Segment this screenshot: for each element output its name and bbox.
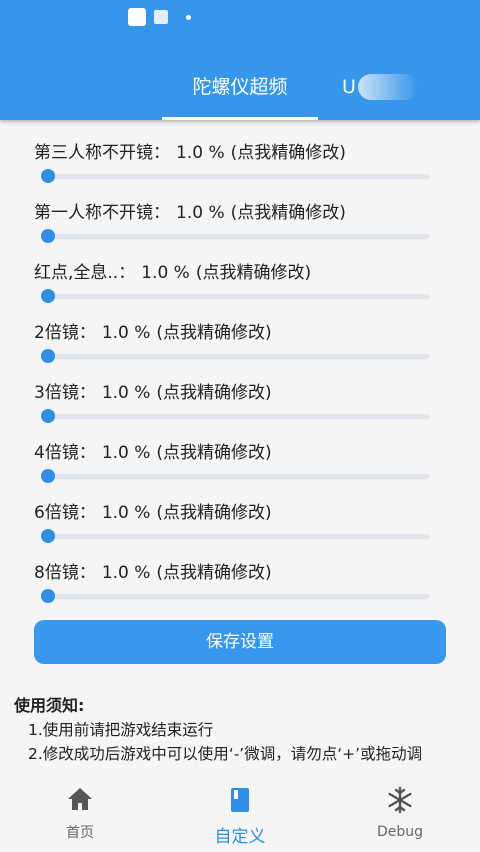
slider-label: 红点,全息..： <box>34 263 136 283</box>
slider-row: 8倍镜： 1.0 % (点我精确修改) <box>34 560 434 620</box>
slider-value: 1.0 % <box>101 443 151 463</box>
slider-value: 1.0 % <box>101 323 151 343</box>
slider-label-line[interactable]: 8倍镜： 1.0 % (点我精确修改) <box>34 560 434 586</box>
slider-value: 1.0 % <box>176 203 225 223</box>
slider-thumb[interactable] <box>41 229 55 243</box>
slider-label-line[interactable]: 6倍镜： 1.0 % (点我精确修改) <box>34 500 434 526</box>
slider-track[interactable] <box>41 469 430 483</box>
slider-thumb[interactable] <box>41 349 55 363</box>
slider-row: 2倍镜： 1.0 % (点我精确修改) <box>34 320 434 380</box>
nav-item-home[interactable]: 首页 <box>40 778 120 852</box>
slider-track[interactable] <box>41 529 430 543</box>
slider-track[interactable] <box>41 289 430 303</box>
nav-label-home: 首页 <box>66 825 94 841</box>
slider-label: 4倍镜： <box>34 443 96 463</box>
slider-label: 6倍镜： <box>34 503 96 523</box>
slider-value: 1.0 % <box>101 563 151 583</box>
dot-icon <box>186 14 191 20</box>
book-icon <box>231 788 249 812</box>
usage-notice: 使用须知: 1.使用前请把游戏结束运行 2.修改成功后游戏中可以使用‘-’微调，… <box>14 694 480 766</box>
slider-label-line[interactable]: 3倍镜： 1.0 % (点我精确修改) <box>34 380 434 406</box>
book-status-icon <box>154 10 168 24</box>
slider-track[interactable] <box>41 169 430 183</box>
slider-label-line[interactable]: 第一人称不开镜： 1.0 % (点我精确修改) <box>34 200 434 226</box>
slider-thumb[interactable] <box>41 529 55 543</box>
slider-row: 第一人称不开镜： 1.0 % (点我精确修改) <box>34 200 434 260</box>
slider-label: 8倍镜： <box>34 563 96 583</box>
slider-value: 1.0 % <box>101 503 151 523</box>
slider-value: 1.0 % <box>101 383 151 403</box>
nav-label-debug: Debug <box>376 824 424 840</box>
notification-icon <box>128 8 146 26</box>
precise-edit-link[interactable]: (点我精确修改) <box>156 383 271 403</box>
tab-next[interactable]: U <box>342 70 480 104</box>
slider-label-line[interactable]: 第三人称不开镜： 1.0 % (点我精确修改) <box>34 140 434 166</box>
slider-thumb[interactable] <box>41 169 55 183</box>
nav-label-custom: 自定义 <box>214 827 266 847</box>
notice-title: 使用须知: <box>14 696 85 715</box>
app-header: 陀螺仪超频 U <box>0 0 480 120</box>
slider-row: 红点,全息..： 1.0 % (点我精确修改) <box>34 260 434 320</box>
notice-item: 1.使用前请把游戏结束运行 <box>28 721 214 739</box>
slider-row: 3倍镜： 1.0 % (点我精确修改) <box>34 380 434 440</box>
snowflake-icon <box>388 786 412 814</box>
slider-label: 第一人称不开镜： <box>34 203 170 223</box>
precise-edit-link[interactable]: (点我精确修改) <box>156 503 271 523</box>
tab-gyro-overclock[interactable]: 陀螺仪超频 <box>162 70 318 120</box>
slider-track[interactable] <box>41 589 430 603</box>
home-icon <box>68 788 92 810</box>
precise-edit-link[interactable]: (点我精确修改) <box>156 323 271 343</box>
precise-edit-link[interactable]: (点我精确修改) <box>231 143 346 163</box>
slider-row: 第三人称不开镜： 1.0 % (点我精确修改) <box>34 140 434 200</box>
bottom-nav: 首页 自定义 Debug <box>0 778 480 852</box>
slider-track[interactable] <box>41 229 430 243</box>
slider-label: 第三人称不开镜： <box>34 143 170 163</box>
slider-thumb[interactable] <box>41 589 55 603</box>
slider-value: 1.0 % <box>141 263 190 283</box>
slider-value: 1.0 % <box>176 143 225 163</box>
precise-edit-link[interactable]: (点我精确修改) <box>196 263 311 283</box>
slider-label: 2倍镜： <box>34 323 96 343</box>
nav-item-custom[interactable]: 自定义 <box>200 778 280 852</box>
slider-label: 3倍镜： <box>34 383 96 403</box>
slider-track[interactable] <box>41 409 430 423</box>
slider-label-line[interactable]: 红点,全息..： 1.0 % (点我精确修改) <box>34 260 434 286</box>
slider-track[interactable] <box>41 349 430 363</box>
slider-thumb[interactable] <box>41 469 55 483</box>
tab-next-label: U <box>342 76 356 98</box>
slider-label-line[interactable]: 4倍镜： 1.0 % (点我精确修改) <box>34 440 434 466</box>
nav-item-debug[interactable]: Debug <box>360 778 440 852</box>
precise-edit-link[interactable]: (点我精确修改) <box>156 443 271 463</box>
slider-row: 4倍镜： 1.0 % (点我精确修改) <box>34 440 434 500</box>
slider-label-line[interactable]: 2倍镜： 1.0 % (点我精确修改) <box>34 320 434 346</box>
status-bar-icons <box>128 7 191 27</box>
slider-thumb[interactable] <box>41 289 55 303</box>
save-settings-button[interactable]: 保存设置 <box>34 620 446 664</box>
precise-edit-link[interactable]: (点我精确修改) <box>156 563 271 583</box>
precise-edit-link[interactable]: (点我精确修改) <box>231 203 346 223</box>
slider-thumb[interactable] <box>41 409 55 423</box>
notice-item: 2.修改成功后游戏中可以使用‘-’微调，请勿点‘+’或拖动调 <box>28 745 423 763</box>
tab-fade-overlay <box>358 74 418 100</box>
slider-row: 6倍镜： 1.0 % (点我精确修改) <box>34 500 434 560</box>
